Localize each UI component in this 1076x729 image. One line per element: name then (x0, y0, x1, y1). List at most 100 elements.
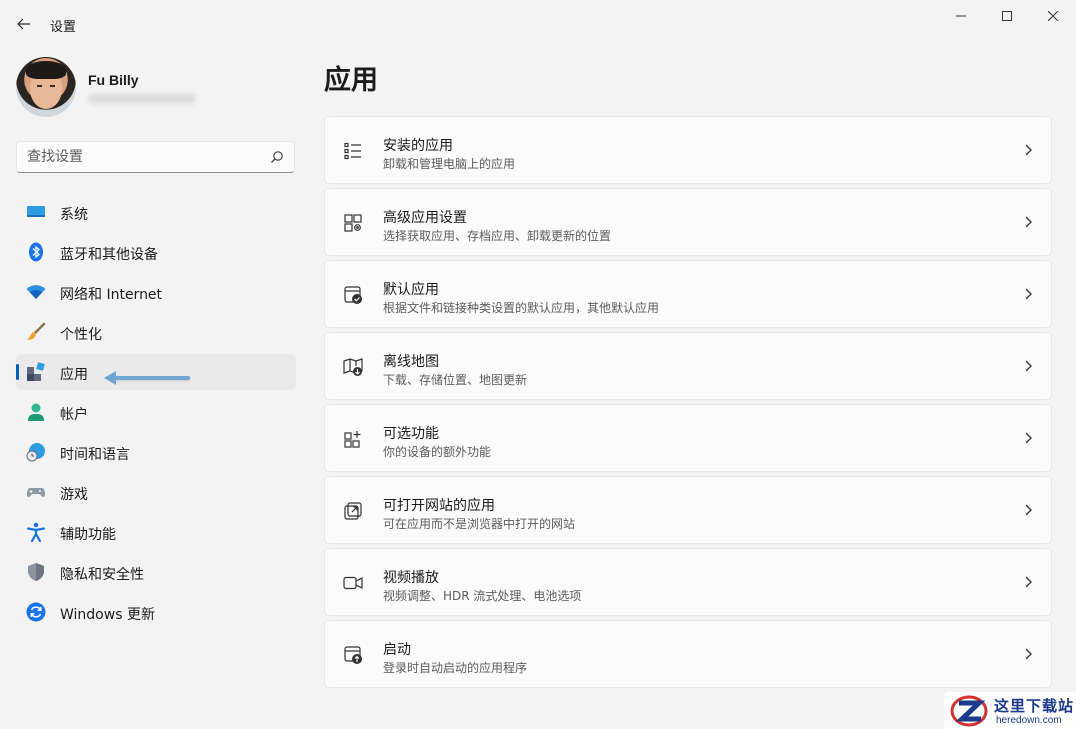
sidebar-item-label: 帐户 (60, 407, 88, 423)
card-title: 可选功能 (383, 426, 439, 442)
bluetooth-icon (29, 242, 43, 262)
update-icon (26, 602, 46, 622)
list-icon (344, 142, 361, 160)
card-subtitle: 视频调整、HDR 流式处理、电池选项 (383, 589, 582, 603)
sidebar-item-label: 时间和语言 (60, 447, 130, 463)
title-bar: 设置 (0, 0, 1076, 48)
card-subtitle: 卸载和管理电脑上的应用 (383, 157, 516, 171)
card-subtitle: 根据文件和链接种类设置的默认应用，其他默认应用 (383, 301, 660, 315)
sidebar-item-accounts[interactable]: 帐户 (16, 394, 296, 430)
search-input[interactable] (17, 142, 267, 172)
card-startup[interactable]: 启动 登录时自动启动的应用程序 (324, 620, 1052, 688)
sidebar-item-privacy[interactable]: 隐私和安全性 (16, 554, 296, 590)
sidebar-item-time-language[interactable]: 时间和语言 (16, 434, 296, 470)
sidebar-item-network[interactable]: 网络和 Internet (16, 274, 296, 310)
back-button[interactable] (8, 8, 40, 40)
app-settings-icon (344, 214, 362, 232)
card-optional-features[interactable]: 可选功能 你的设备的额外功能 (324, 404, 1052, 472)
globe-clock-icon (26, 443, 45, 462)
minimize-button[interactable] (938, 0, 984, 32)
sidebar-item-system[interactable]: 系统 (16, 194, 296, 230)
avatar-eye (37, 85, 42, 87)
sidebar-item-windows-update[interactable]: Windows 更新 (16, 594, 296, 630)
startup-icon (344, 646, 362, 664)
chevron-right-icon (1025, 216, 1032, 228)
sidebar-item-label: 游戏 (60, 487, 88, 503)
watermark: 这里下载站 heredown.com (944, 692, 1076, 729)
sidebar-item-label: 应用 (60, 367, 88, 383)
settings-card-list: 安装的应用 卸载和管理电脑上的应用 高级应用设置 选择获取应用、存档应用、卸载更… (324, 116, 1052, 692)
sidebar-item-label: 隐私和安全性 (60, 567, 144, 583)
chevron-right-icon (1025, 360, 1032, 372)
card-title: 离线地图 (383, 354, 439, 370)
apps-icon (27, 362, 45, 381)
avatar[interactable] (16, 57, 76, 117)
sidebar-item-label: 个性化 (60, 327, 102, 343)
card-offline-maps[interactable]: 离线地图 下载、存储位置、地图更新 (324, 332, 1052, 400)
avatar-eye (50, 85, 55, 87)
monitor-icon (27, 206, 45, 217)
chevron-right-icon (1025, 576, 1032, 588)
user-name: Fu Billy (88, 72, 139, 88)
watermark-site-name: 这里下载站 (994, 697, 1075, 715)
optional-features-icon (344, 431, 361, 448)
sidebar-nav: 系统 蓝牙和其他设备 网络和 Internet 个性化 应用 帐户 时间和语言 … (16, 194, 296, 634)
sidebar-item-label: 系统 (60, 207, 88, 223)
minimize-icon (956, 15, 966, 17)
annotation-arrow-apps (104, 371, 190, 385)
open-link-icon (344, 502, 362, 520)
person-icon (28, 403, 44, 421)
user-email-blurred (88, 94, 196, 104)
brush-icon (27, 322, 46, 340)
back-arrow-icon (17, 18, 30, 30)
card-subtitle: 登录时自动启动的应用程序 (383, 661, 528, 675)
chevron-right-icon (1025, 432, 1032, 444)
sidebar-item-apps[interactable]: 应用 (16, 354, 296, 390)
watermark-logo-icon (950, 695, 988, 727)
card-title: 默认应用 (383, 282, 439, 298)
sidebar-item-label: Windows 更新 (60, 607, 155, 623)
sidebar-item-label: 蓝牙和其他设备 (60, 247, 158, 263)
chevron-right-icon (1025, 144, 1032, 156)
sidebar-item-bluetooth[interactable]: 蓝牙和其他设备 (16, 234, 296, 270)
close-button[interactable] (1030, 0, 1076, 32)
maximize-icon (1002, 11, 1012, 21)
watermark-url: heredown.com (996, 715, 1062, 726)
card-subtitle: 你的设备的额外功能 (383, 445, 492, 459)
chevron-right-icon (1025, 648, 1032, 660)
chevron-right-icon (1025, 288, 1032, 300)
sidebar-item-label: 辅助功能 (60, 527, 116, 543)
card-title: 可打开网站的应用 (383, 498, 495, 514)
card-title: 高级应用设置 (383, 210, 467, 226)
sidebar-item-accessibility[interactable]: 辅助功能 (16, 514, 296, 550)
card-apps-for-websites[interactable]: 可打开网站的应用 可在应用而不是浏览器中打开的网站 (324, 476, 1052, 544)
gamepad-icon (26, 488, 46, 498)
chevron-right-icon (1025, 504, 1032, 516)
sidebar-item-personalization[interactable]: 个性化 (16, 314, 296, 350)
search-box[interactable] (16, 141, 295, 173)
card-subtitle: 选择获取应用、存档应用、卸载更新的位置 (383, 229, 612, 243)
card-subtitle: 下载、存储位置、地图更新 (383, 373, 528, 387)
window-title: 设置 (50, 20, 77, 35)
wifi-icon (26, 285, 46, 299)
shield-icon (28, 563, 44, 581)
card-title: 视频播放 (383, 570, 439, 586)
card-advanced-app-settings[interactable]: 高级应用设置 选择获取应用、存档应用、卸载更新的位置 (324, 188, 1052, 256)
video-icon (343, 576, 363, 590)
search-icon[interactable] (270, 150, 284, 164)
card-default-apps[interactable]: 默认应用 根据文件和链接种类设置的默认应用，其他默认应用 (324, 260, 1052, 328)
sidebar-item-gaming[interactable]: 游戏 (16, 474, 296, 510)
card-installed-apps[interactable]: 安装的应用 卸载和管理电脑上的应用 (324, 116, 1052, 184)
page-title: 应用 (324, 65, 378, 96)
accessibility-icon (26, 522, 46, 542)
maximize-button[interactable] (984, 0, 1030, 32)
card-title: 启动 (383, 642, 411, 658)
card-title: 安装的应用 (383, 138, 453, 154)
close-icon (1048, 11, 1058, 21)
sidebar-item-label: 网络和 Internet (60, 287, 163, 303)
card-subtitle: 可在应用而不是浏览器中打开的网站 (383, 517, 576, 531)
selected-indicator (16, 364, 19, 380)
card-video-playback[interactable]: 视频播放 视频调整、HDR 流式处理、电池选项 (324, 548, 1052, 616)
default-apps-icon (344, 286, 362, 304)
avatar-hair (26, 61, 66, 79)
